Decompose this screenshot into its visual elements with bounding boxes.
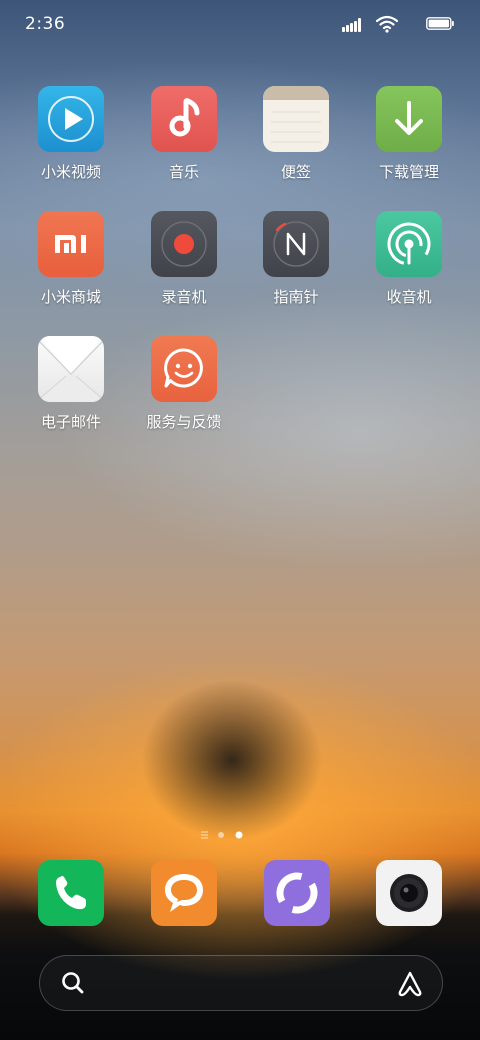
dock-phone[interactable] [38, 860, 104, 926]
smile-chat-icon [151, 336, 217, 402]
app-label: 下载管理 [378, 163, 439, 181]
app-mi-video[interactable]: 小米视频 [21, 86, 121, 182]
status-time: 2:36 [25, 14, 66, 34]
music-note-icon [151, 86, 217, 152]
dock-camera[interactable] [376, 860, 442, 926]
mi-logo-icon [38, 211, 104, 277]
app-label: 小米视频 [40, 163, 101, 181]
app-label: 电子邮件 [40, 413, 101, 431]
app-recorder[interactable]: 录音机 [134, 211, 234, 307]
message-icon [151, 860, 217, 926]
app-label: 便签 [280, 163, 311, 181]
battery-icon [426, 17, 454, 30]
app-label: 收音机 [386, 288, 432, 306]
app-mi-store[interactable]: 小米商城 [21, 211, 121, 307]
dock-browser[interactable] [264, 860, 330, 926]
dock-messages[interactable] [151, 860, 217, 926]
radio-signal-icon [376, 211, 442, 277]
compass-icon [263, 211, 329, 277]
app-service-feedback[interactable]: 服务与反馈 [134, 336, 234, 432]
notes-icon [263, 86, 329, 152]
download-arrow-icon [376, 86, 442, 152]
app-label: 音乐 [168, 163, 199, 181]
search-bar[interactable] [39, 955, 443, 1011]
page-indicator[interactable] [198, 829, 248, 841]
search-icon[interactable] [60, 970, 86, 996]
video-play-icon [38, 86, 104, 152]
app-music[interactable]: 音乐 [134, 86, 234, 182]
app-radio[interactable]: 收音机 [359, 211, 459, 307]
signal-icon [342, 18, 364, 32]
envelope-icon [38, 336, 104, 402]
app-compass[interactable]: 指南针 [246, 211, 346, 307]
status-bar: 2:36 [0, 0, 480, 50]
assistant-icon[interactable] [396, 970, 424, 998]
app-label: 服务与反馈 [146, 413, 222, 431]
app-label: 录音机 [161, 288, 207, 306]
record-icon [151, 211, 217, 277]
phone-icon [38, 860, 104, 926]
status-icons [334, 15, 454, 35]
home-screen: 2:36 小米视频 音乐 便签 下载管理 小米商城 录音机 指南针 收音机 电子… [0, 0, 480, 1040]
browser-icon [264, 860, 330, 926]
app-notes[interactable]: 便签 [246, 86, 346, 182]
camera-icon [376, 860, 442, 926]
app-label: 指南针 [273, 288, 319, 306]
app-downloads[interactable]: 下载管理 [359, 86, 459, 182]
app-email[interactable]: 电子邮件 [21, 336, 121, 432]
app-label: 小米商城 [40, 288, 101, 306]
wifi-icon [376, 15, 398, 33]
